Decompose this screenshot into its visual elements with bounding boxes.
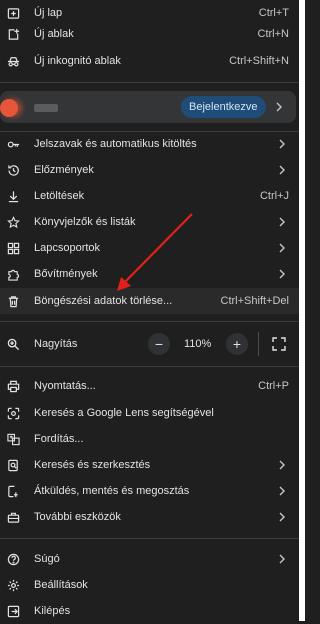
menu-item-label: Könyvjelzők és listák [34,216,136,228]
print-icon [6,379,20,393]
menu-item-cast-save-share[interactable]: Átküldés, mentés és megosztás [0,478,299,504]
menu-item-translate[interactable]: Fordítás... [0,426,299,452]
menu-item-label: Bővítmények [34,268,98,280]
menu-item-label: További eszközök [34,511,121,523]
chevron-right-icon [278,139,286,149]
chevron-right-icon [278,243,286,253]
menu-item-downloads[interactable]: Letöltések Ctrl+J [0,183,299,209]
lens-icon [6,406,20,420]
incognito-icon [6,54,20,68]
toolbox-icon [6,510,20,524]
divider [0,366,299,367]
find-edit-icon [6,458,20,472]
key-icon [6,137,20,151]
menu-item-label: Keresés a Google Lens segítségével [34,407,214,419]
window-edge [299,0,305,621]
chevron-right-icon [278,486,286,496]
menu-item-settings[interactable]: Beállítások [0,572,299,598]
menu-item-history[interactable]: Előzmények [0,157,299,183]
profile-name-redacted [34,104,58,112]
menu-item-shortcut: Ctrl+Shift+N [229,55,289,67]
menu-item-shortcut: Ctrl+N [257,28,289,40]
chevron-right-icon [278,512,286,522]
chevron-right-icon [278,460,286,470]
zoom-row: Nagyítás − 110% + [0,328,299,360]
menu-item-new-window[interactable]: Új ablak Ctrl+N [0,21,299,47]
signed-in-button[interactable]: Bejelentkezve [181,96,266,118]
menu-item-shortcut: Ctrl+T [258,7,289,19]
avatar [0,99,18,117]
menu-item-label: Új inkognitó ablak [34,55,121,67]
divider [0,321,299,322]
star-icon [6,215,20,229]
chrome-main-menu: Új lap Ctrl+T Új ablak Ctrl+N Új inkogni… [0,0,299,621]
help-icon [6,552,20,566]
menu-item-label: Átküldés, mentés és megosztás [34,485,190,497]
menu-item-more-tools[interactable]: További eszközök [0,504,299,530]
menu-item-bookmarks[interactable]: Könyvjelzők és listák [0,209,299,235]
menu-item-label: Nyomtatás... [34,380,96,392]
menu-item-exit[interactable]: Kilépés [0,598,299,624]
menu-item-label: Beállítások [34,579,88,591]
menu-item-clear-browsing-data[interactable]: Böngészési adatok törlése... Ctrl+Shift+… [0,288,299,314]
menu-item-label: Böngészési adatok törlése... [34,295,173,307]
menu-item-label: Lapcsoportok [34,242,101,254]
menu-item-shortcut: Ctrl+P [258,380,289,392]
menu-item-label: Letöltések [34,190,85,202]
divider [0,82,299,83]
divider [0,538,299,539]
menu-item-extensions[interactable]: Bővítmények [0,261,299,287]
chevron-right-icon [275,102,283,112]
menu-item-tab-groups[interactable]: Lapcsoportok [0,235,299,261]
zoom-out-button[interactable]: − [148,333,170,355]
menu-item-label: Súgó [34,553,60,565]
menu-item-shortcut: Ctrl+J [259,190,289,202]
download-icon [6,189,20,203]
zoom-label: Nagyítás [34,338,78,350]
menu-item-label: Új lap [34,7,63,19]
new-window-icon [6,27,20,41]
menu-item-label: Előzmények [34,164,94,176]
menu-item-label: Keresés és szerkesztés [34,459,151,471]
menu-item-google-lens[interactable]: Keresés a Google Lens segítségével [0,400,299,426]
menu-item-incognito[interactable]: Új inkognitó ablak Ctrl+Shift+N [0,48,299,74]
history-icon [6,163,20,177]
menu-item-label: Fordítás... [34,433,84,445]
trash-icon [6,294,20,308]
gear-icon [6,578,20,592]
menu-item-shortcut: Ctrl+Shift+Del [220,295,289,307]
share-icon [6,484,20,498]
menu-item-passwords[interactable]: Jelszavak és automatikus kitöltés [0,131,299,157]
profile-row[interactable]: Bejelentkezve [0,91,296,123]
chevron-right-icon [278,269,286,279]
new-tab-icon [6,6,20,20]
puzzle-icon [6,267,20,281]
translate-icon [6,432,20,446]
zoom-level: 110% [184,338,212,350]
menu-item-find-edit[interactable]: Keresés és szerkesztés [0,452,299,478]
menu-item-label: Új ablak [34,28,74,40]
menu-item-print[interactable]: Nyomtatás... Ctrl+P [0,373,299,399]
fullscreen-icon[interactable] [271,336,287,352]
zoom-icon [6,337,20,351]
menu-item-label: Kilépés [34,605,71,617]
chevron-right-icon [278,165,286,175]
chevron-right-icon [278,217,286,227]
tab-groups-icon [6,241,20,255]
menu-item-help[interactable]: Súgó [0,546,299,572]
chevron-right-icon [278,554,286,564]
exit-icon [6,604,20,618]
zoom-divider [258,332,259,356]
menu-item-label: Jelszavak és automatikus kitöltés [34,138,197,150]
zoom-in-button[interactable]: + [226,333,248,355]
